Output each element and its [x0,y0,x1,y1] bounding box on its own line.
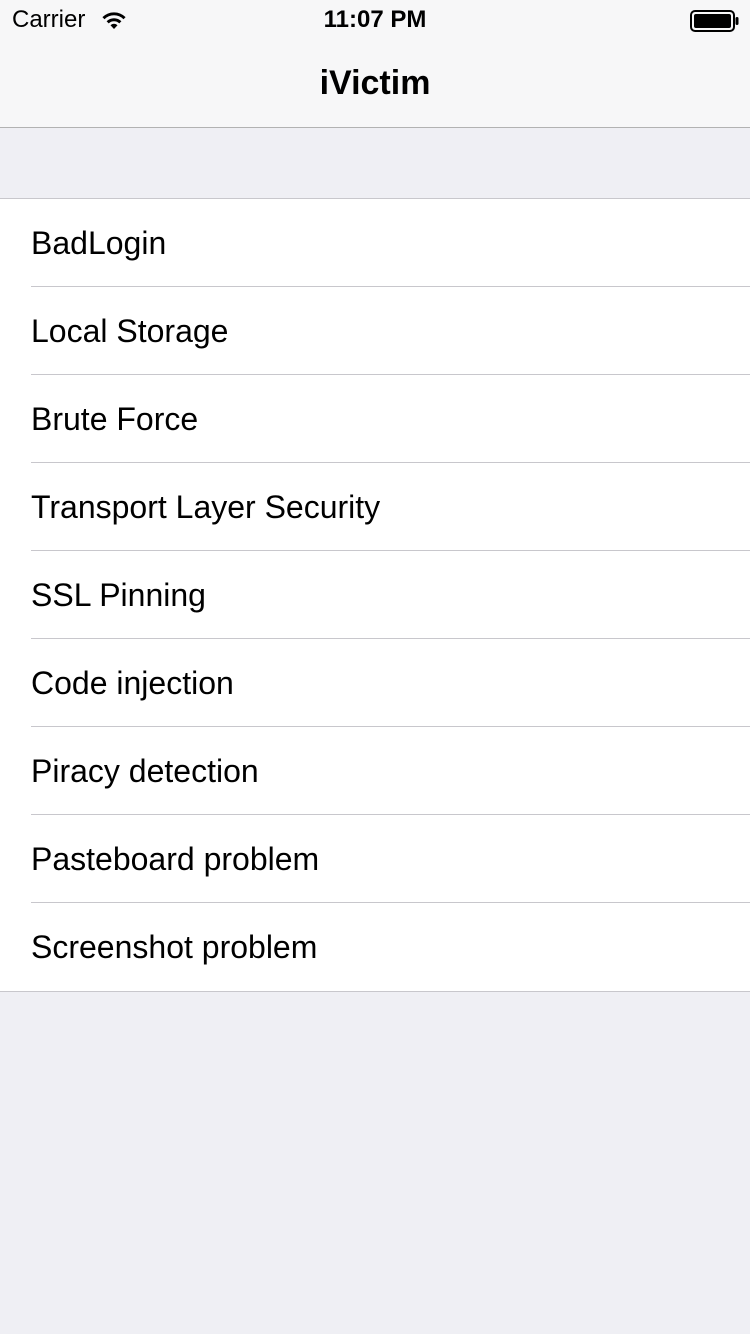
page-title: iVictim [319,64,431,102]
list-item-badlogin[interactable]: BadLogin [0,199,750,287]
list-item-pasteboard-problem[interactable]: Pasteboard problem [0,815,750,903]
list-item-label: Pasteboard problem [31,841,320,877]
list-item-label: Brute Force [31,401,199,437]
list-item-brute-force[interactable]: Brute Force [0,375,750,463]
list-item-label: SSL Pinning [31,577,206,613]
list-item-local-storage[interactable]: Local Storage [0,287,750,375]
list-item-label: BadLogin [31,225,167,261]
list-item-label: Code injection [31,665,234,701]
list-item-screenshot-problem[interactable]: Screenshot problem [0,903,750,991]
list-item-label: Piracy detection [31,753,259,789]
status-bar: Carrier 11:07 PM [0,0,750,40]
battery-icon [690,10,740,32]
list-item-code-injection[interactable]: Code injection [0,639,750,727]
list-item-label: Local Storage [31,313,229,349]
list-item-piracy-detection[interactable]: Piracy detection [0,727,750,815]
list-item-label: Screenshot problem [31,929,318,965]
status-time: 11:07 PM [323,6,427,33]
menu-list: BadLogin Local Storage Brute Force Trans… [0,198,750,992]
list-item-ssl-pinning[interactable]: SSL Pinning [0,551,750,639]
top-bar: Carrier 11:07 PM iVictim [0,0,750,128]
list-item-label: Transport Layer Security [31,489,381,525]
list-item-transport-layer-security[interactable]: Transport Layer Security [0,463,750,551]
